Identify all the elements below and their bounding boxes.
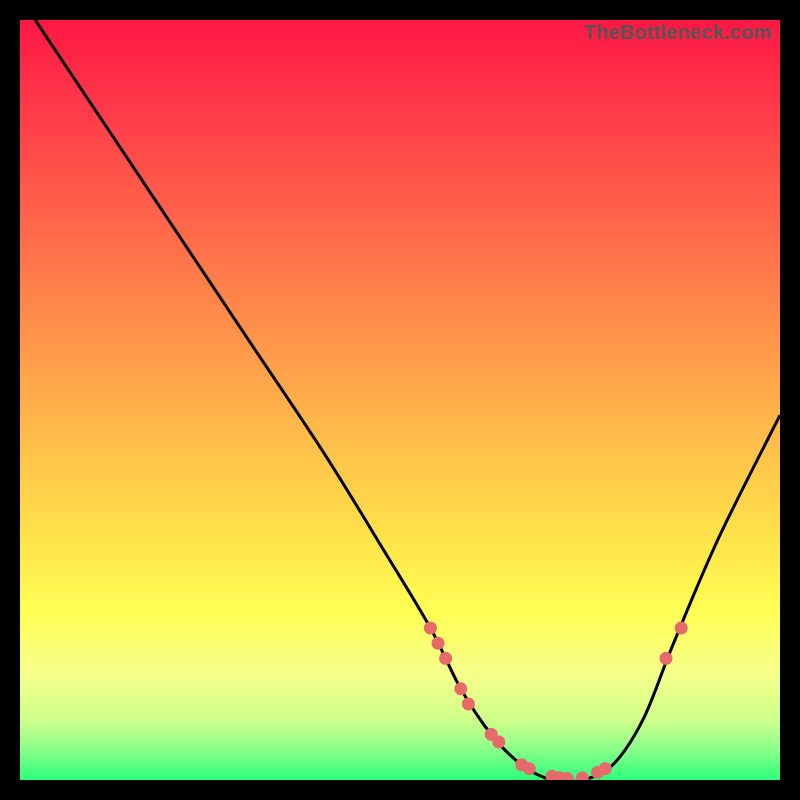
curve-marker — [492, 736, 505, 749]
curve-marker — [439, 652, 452, 665]
watermark-text: TheBottleneck.com — [584, 22, 772, 45]
curve-marker — [675, 622, 688, 635]
curve-marker — [462, 698, 475, 711]
curve-marker — [660, 652, 673, 665]
curve-marker — [424, 622, 437, 635]
curve-marker — [599, 762, 612, 775]
curve-marker — [432, 637, 445, 650]
bottleneck-chart — [20, 20, 780, 780]
chart-frame: TheBottleneck.com — [20, 20, 780, 780]
curve-marker — [523, 762, 536, 775]
curve-marker — [454, 682, 467, 695]
